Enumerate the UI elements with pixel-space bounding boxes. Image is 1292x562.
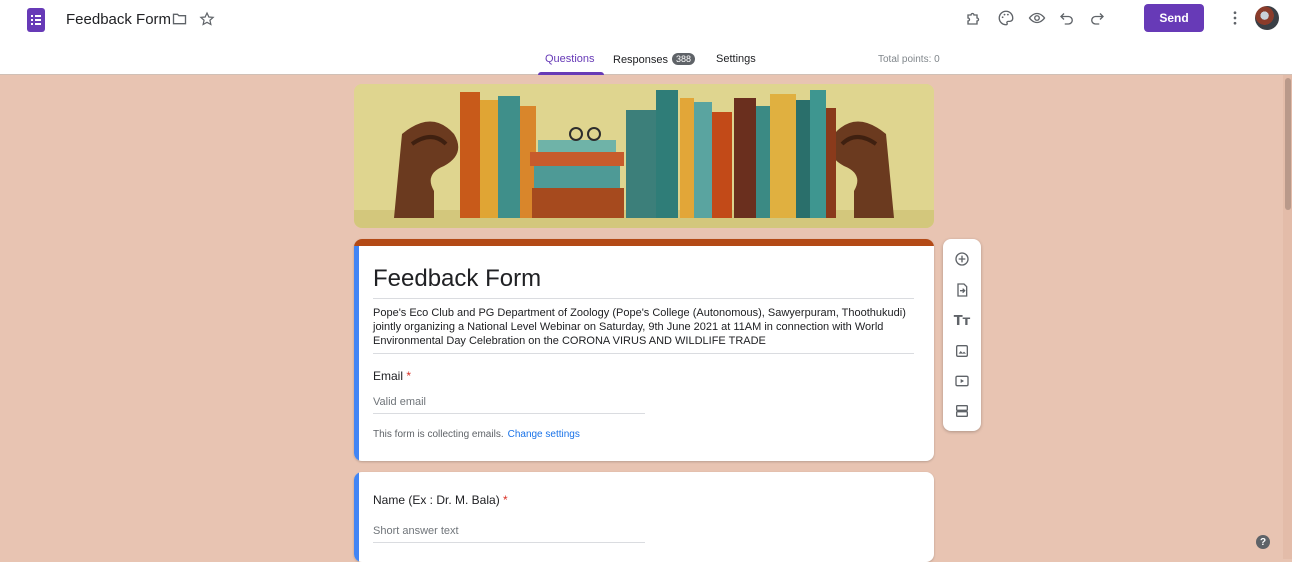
active-tab-indicator	[538, 72, 604, 75]
form-header-image	[354, 84, 934, 228]
form-tabs: Questions Responses 388 Settings Total po…	[0, 53, 1292, 75]
collecting-emails-note: This form is collecting emails. Change se…	[373, 429, 580, 440]
undo-icon[interactable]	[1058, 9, 1076, 27]
question-card-name[interactable]: Name (Ex : Dr. M. Bala) * Short answer t…	[354, 472, 934, 562]
help-icon[interactable]: ?	[1256, 535, 1270, 549]
palette-icon[interactable]	[997, 9, 1015, 27]
tab-responses-label: Responses	[613, 54, 669, 66]
add-video-icon[interactable]	[952, 371, 972, 391]
required-asterisk: *	[503, 493, 508, 507]
bookshelf-illustration	[354, 84, 934, 228]
more-vert-icon[interactable]	[1226, 9, 1244, 27]
email-field[interactable]: Valid email	[373, 396, 426, 408]
add-image-icon[interactable]	[952, 341, 972, 361]
title-underline	[373, 298, 914, 299]
top-bar: Feedback Form Send Questions Responses 38…	[0, 0, 1292, 75]
add-title-glyph: Tт	[953, 313, 971, 329]
add-section-icon[interactable]	[952, 401, 972, 421]
collecting-emails-text: This form is collecting emails.	[373, 429, 504, 440]
email-label: Email *	[373, 369, 411, 383]
preview-eye-icon[interactable]	[1028, 9, 1046, 27]
document-title[interactable]: Feedback Form	[66, 11, 171, 28]
star-icon[interactable]	[199, 11, 215, 27]
header-accent-strip	[354, 239, 934, 246]
question-title-text: Name (Ex : Dr. M. Bala)	[373, 493, 500, 507]
form-description[interactable]: Pope's Eco Club and PG Department of Zoo…	[373, 306, 914, 348]
add-title-icon[interactable]: Tт	[952, 311, 972, 331]
send-button[interactable]: Send	[1144, 4, 1204, 32]
focus-indicator-bar	[354, 472, 359, 562]
avatar[interactable]	[1255, 6, 1279, 30]
addon-puzzle-icon[interactable]	[965, 9, 983, 27]
import-questions-icon[interactable]	[952, 280, 972, 300]
required-asterisk: *	[406, 369, 412, 383]
email-field-underline	[373, 413, 645, 414]
scrollbar-thumb[interactable]	[1285, 78, 1291, 210]
forms-app-icon[interactable]	[27, 8, 45, 32]
description-underline	[373, 353, 914, 354]
form-title[interactable]: Feedback Form	[373, 265, 541, 293]
redo-icon[interactable]	[1088, 9, 1106, 27]
responses-count-badge: 388	[672, 53, 696, 65]
tab-settings[interactable]: Settings	[716, 53, 756, 65]
tab-responses[interactable]: Responses 388	[613, 53, 696, 66]
short-answer-field[interactable]: Short answer text	[373, 525, 459, 537]
add-question-icon[interactable]	[952, 249, 972, 269]
folder-icon[interactable]	[171, 11, 188, 27]
change-settings-link[interactable]: Change settings	[508, 429, 580, 440]
short-answer-underline	[373, 542, 645, 543]
question-toolbox: Tт	[943, 239, 981, 431]
question-title: Name (Ex : Dr. M. Bala) *	[373, 493, 508, 507]
focus-indicator-bar	[354, 246, 359, 461]
tab-questions[interactable]: Questions	[545, 53, 595, 65]
form-title-card[interactable]: Feedback Form Pope's Eco Club and PG Dep…	[354, 239, 934, 461]
total-points: Total points: 0	[878, 54, 940, 65]
email-label-text: Email	[373, 369, 404, 383]
